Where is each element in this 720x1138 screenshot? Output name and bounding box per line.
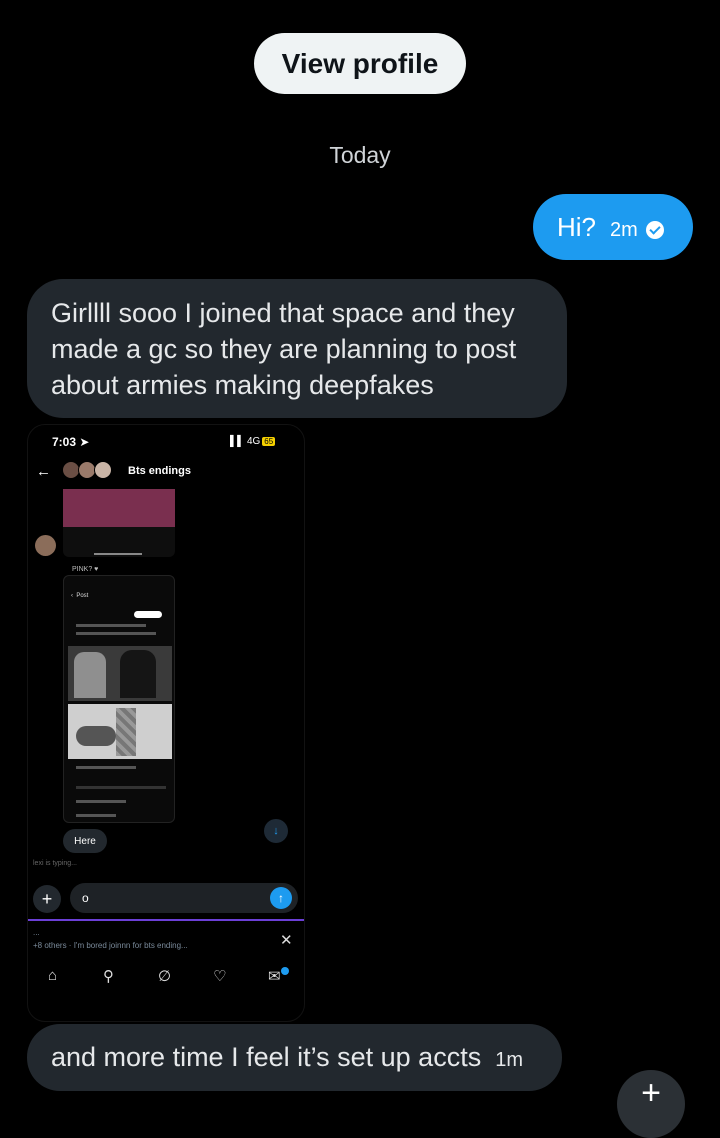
notification-text: +8 others · I'm bored joinnn for bts end… bbox=[33, 941, 188, 950]
status-time: 7:03 ➤ bbox=[52, 435, 90, 449]
date-separator: Today bbox=[329, 142, 391, 168]
arrow-down-icon: ↓ bbox=[264, 819, 288, 843]
message-text: and more time I feel it’s set up accts bbox=[51, 1042, 482, 1072]
text-line bbox=[76, 800, 126, 803]
check-circle-icon bbox=[645, 221, 664, 239]
follow-button bbox=[134, 611, 162, 618]
search-icon: ⚲ bbox=[103, 968, 114, 985]
bell-icon: ♡ bbox=[213, 968, 227, 985]
outgoing-message[interactable]: Hi? 2m bbox=[533, 194, 693, 260]
post-photo bbox=[68, 646, 172, 701]
battery-icon: 65 bbox=[262, 437, 276, 446]
post-header: ‹ Post bbox=[71, 593, 89, 599]
message-bubble: Here bbox=[63, 829, 107, 853]
incoming-message[interactable]: Girllll sooo I joined that space and the… bbox=[27, 279, 567, 418]
home-icon: ⌂ bbox=[48, 967, 58, 984]
grok-icon: ∅ bbox=[158, 968, 172, 985]
action-row bbox=[76, 786, 166, 789]
text-line bbox=[76, 632, 156, 635]
mail-icon: ✉ bbox=[268, 968, 281, 985]
message-text: Hi? bbox=[557, 211, 597, 242]
divider bbox=[28, 919, 304, 921]
avatar bbox=[94, 461, 112, 479]
message-input: o bbox=[70, 883, 298, 913]
avatar bbox=[35, 535, 56, 556]
message-line: made a gc so they are planning to post bbox=[51, 334, 517, 364]
view-profile-button[interactable]: View profile bbox=[254, 33, 466, 94]
back-arrow-icon: ← bbox=[36, 463, 51, 480]
typing-indicator: lexi is typing... bbox=[33, 860, 77, 867]
plus-icon: + bbox=[33, 885, 61, 913]
image-attachment[interactable]: 7:03 ➤ ▌▌ 4G 65 ← Bts endings PINK? ♥ ‹ P… bbox=[27, 424, 305, 1022]
network-status: ▌▌ 4G 65 bbox=[230, 436, 276, 447]
close-icon: ✕ bbox=[280, 932, 293, 949]
divider bbox=[94, 553, 142, 555]
sender-name: PINK? ♥ bbox=[72, 566, 99, 573]
message-line: Girllll sooo I joined that space and the… bbox=[51, 298, 515, 328]
notification-badge bbox=[281, 967, 289, 975]
incoming-message[interactable]: and more time I feel it’s set up accts 1… bbox=[27, 1024, 562, 1091]
notification-dots: ... bbox=[33, 928, 40, 937]
plus-icon[interactable]: + bbox=[617, 1070, 685, 1138]
message-time: 2m bbox=[610, 218, 638, 241]
post-photo bbox=[68, 704, 172, 759]
text-line bbox=[76, 624, 146, 627]
message-time: 1m bbox=[495, 1049, 523, 1071]
shared-image bbox=[63, 489, 175, 527]
send-icon: ↑ bbox=[270, 887, 292, 909]
message-line: about armies making deepfakes bbox=[51, 370, 434, 400]
group-title: Bts endings bbox=[128, 465, 191, 477]
text-line bbox=[76, 814, 116, 817]
embedded-post: ‹ Post bbox=[63, 575, 175, 823]
text-line bbox=[76, 766, 136, 769]
